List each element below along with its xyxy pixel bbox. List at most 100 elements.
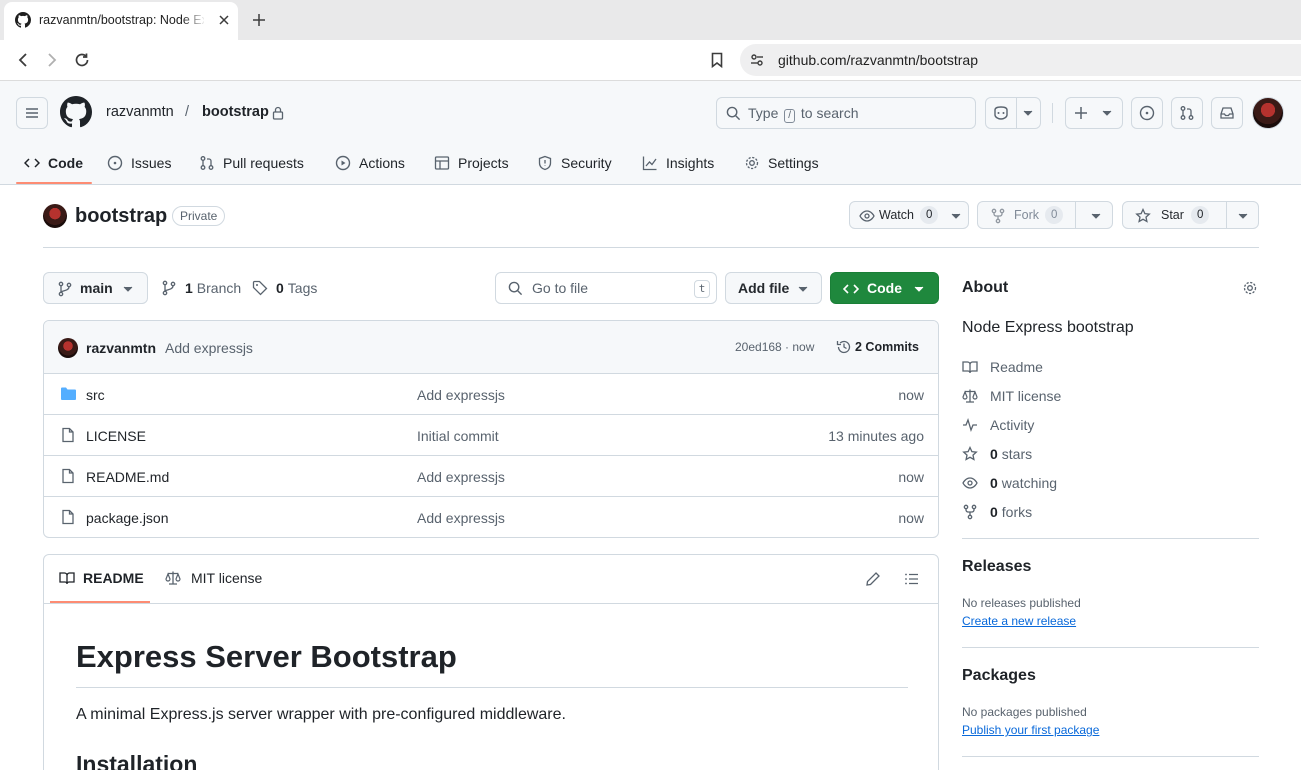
inbox-button[interactable] bbox=[1211, 97, 1243, 129]
publish-package-link[interactable]: Publish your first package bbox=[962, 723, 1099, 737]
search-input[interactable]: Type / to search bbox=[716, 97, 976, 129]
divider bbox=[1226, 202, 1227, 228]
back-icon[interactable] bbox=[14, 51, 32, 69]
packages-title[interactable]: Packages bbox=[962, 667, 1036, 685]
activity-link[interactable]: Activity bbox=[962, 415, 1034, 435]
tab-projects[interactable]: Projects bbox=[434, 141, 509, 185]
branch-selector[interactable]: main bbox=[43, 272, 148, 304]
search-suffix: to search bbox=[800, 105, 859, 121]
browser-tab[interactable]: razvanmtn/bootstrap: Node Express bootst… bbox=[4, 2, 238, 40]
table-row[interactable]: README.md Add expressjs now bbox=[44, 456, 938, 497]
tab-settings[interactable]: Settings bbox=[744, 141, 819, 185]
folder-icon bbox=[60, 386, 77, 402]
file-commit-message[interactable]: Add expressjs bbox=[417, 510, 505, 526]
forward-icon[interactable] bbox=[43, 51, 61, 69]
create-new-button[interactable] bbox=[1065, 97, 1123, 129]
tab-license[interactable]: MIT license bbox=[165, 570, 262, 586]
file-name[interactable]: package.json bbox=[86, 510, 169, 526]
file-name[interactable]: README.md bbox=[86, 469, 169, 485]
book-icon bbox=[962, 359, 990, 375]
chevron-down-icon bbox=[951, 213, 961, 219]
commit-author[interactable]: razvanmtn bbox=[86, 340, 156, 356]
branch-name: main bbox=[80, 280, 113, 296]
breadcrumb-owner[interactable]: razvanmtn bbox=[106, 104, 174, 120]
menu-button[interactable] bbox=[16, 97, 48, 129]
list-unordered-icon[interactable] bbox=[904, 571, 920, 587]
browser-toolbar: github.com/razvanmtn/bootstrap bbox=[0, 40, 1301, 81]
bookmark-icon[interactable] bbox=[708, 51, 726, 69]
commit-hash-time[interactable]: 20ed168 · now bbox=[735, 340, 814, 354]
law-icon bbox=[962, 388, 990, 404]
readme-link[interactable]: Readme bbox=[962, 357, 1043, 377]
copilot-button[interactable] bbox=[985, 97, 1041, 129]
pencil-icon[interactable] bbox=[865, 571, 881, 587]
watching-link[interactable]: 0 watching bbox=[962, 473, 1057, 493]
gear-icon[interactable] bbox=[1242, 280, 1258, 296]
file-commit-message[interactable]: Add expressjs bbox=[417, 387, 505, 403]
new-tab-icon[interactable] bbox=[251, 12, 267, 28]
tab-insights[interactable]: Insights bbox=[642, 141, 714, 185]
copilot-icon bbox=[992, 105, 1010, 121]
github-logo-icon[interactable] bbox=[60, 96, 92, 128]
watching-count: 0 bbox=[990, 475, 998, 491]
table-row[interactable]: src Add expressjs now bbox=[44, 374, 938, 415]
branches-link[interactable]: 1 Branch bbox=[161, 279, 241, 297]
commit-message[interactable]: Add expressjs bbox=[165, 340, 253, 356]
site-settings-icon[interactable] bbox=[749, 52, 765, 68]
browser-tabstrip: razvanmtn/bootstrap: Node Express bootst… bbox=[0, 0, 1301, 40]
tab-readme[interactable]: README bbox=[59, 570, 144, 586]
tab-actions[interactable]: Actions bbox=[335, 141, 405, 185]
file-name[interactable]: src bbox=[86, 387, 105, 403]
tags-link[interactable]: 0 Tags bbox=[252, 279, 317, 297]
repo-title[interactable]: bootstrap bbox=[75, 205, 167, 228]
file-commit-message[interactable]: Initial commit bbox=[417, 428, 499, 444]
issues-button[interactable] bbox=[1131, 97, 1163, 129]
chevron-down-icon bbox=[798, 286, 808, 292]
address-bar[interactable]: github.com/razvanmtn/bootstrap bbox=[740, 44, 1301, 76]
star-icon bbox=[1135, 208, 1151, 224]
file-icon bbox=[60, 427, 76, 443]
history-icon bbox=[836, 339, 852, 355]
license-link[interactable]: MIT license bbox=[962, 386, 1061, 406]
book-icon bbox=[59, 570, 75, 586]
file-commit-message[interactable]: Add expressjs bbox=[417, 469, 505, 485]
tab-pull-requests[interactable]: Pull requests bbox=[199, 141, 304, 185]
go-to-file-input[interactable]: Go to file t bbox=[495, 272, 717, 304]
commits-link[interactable]: 2 Commits bbox=[855, 340, 919, 354]
star-button[interactable]: Star 0 bbox=[1122, 201, 1259, 229]
table-icon bbox=[434, 155, 450, 171]
fork-button[interactable]: Fork 0 bbox=[977, 201, 1113, 229]
code-icon bbox=[843, 281, 859, 297]
file-icon bbox=[60, 509, 76, 525]
owner-avatar[interactable] bbox=[43, 204, 67, 228]
code-button[interactable]: Code bbox=[830, 272, 939, 304]
add-file-button[interactable]: Add file bbox=[725, 272, 822, 304]
stars-link[interactable]: 0 stars bbox=[962, 444, 1032, 464]
pull-requests-button[interactable] bbox=[1171, 97, 1203, 129]
tab-security[interactable]: Security bbox=[537, 141, 612, 185]
git-pull-request-icon bbox=[199, 155, 215, 171]
avatar[interactable] bbox=[1252, 97, 1284, 129]
file-icon bbox=[60, 468, 76, 484]
readme-panel: README MIT license Express Server Bootst… bbox=[43, 554, 939, 770]
table-row[interactable]: LICENSE Initial commit 13 minutes ago bbox=[44, 415, 938, 456]
divider bbox=[1052, 103, 1053, 123]
tab-issues[interactable]: Issues bbox=[107, 141, 171, 185]
breadcrumb-separator: / bbox=[185, 104, 190, 120]
watch-button[interactable]: Watch 0 bbox=[849, 201, 969, 229]
commit-author-avatar[interactable] bbox=[58, 338, 78, 358]
table-row[interactable]: package.json Add expressjs now bbox=[44, 497, 938, 537]
breadcrumb-repo[interactable]: bootstrap bbox=[202, 104, 269, 120]
file-list: razvanmtn Add expressjs 20ed168 · now 2 … bbox=[43, 320, 939, 538]
tab-label: Code bbox=[48, 155, 83, 171]
create-release-link[interactable]: Create a new release bbox=[962, 614, 1076, 628]
close-tab-icon[interactable] bbox=[217, 13, 231, 27]
fork-label: Fork bbox=[1014, 208, 1039, 222]
tab-code[interactable]: Code bbox=[24, 141, 83, 185]
search-shortcut-key: / bbox=[784, 109, 796, 123]
forks-link[interactable]: 0 forks bbox=[962, 502, 1032, 522]
releases-title[interactable]: Releases bbox=[962, 558, 1031, 576]
reload-icon[interactable] bbox=[73, 51, 91, 69]
go-to-file-placeholder: Go to file bbox=[532, 280, 589, 296]
file-name[interactable]: LICENSE bbox=[86, 428, 146, 444]
